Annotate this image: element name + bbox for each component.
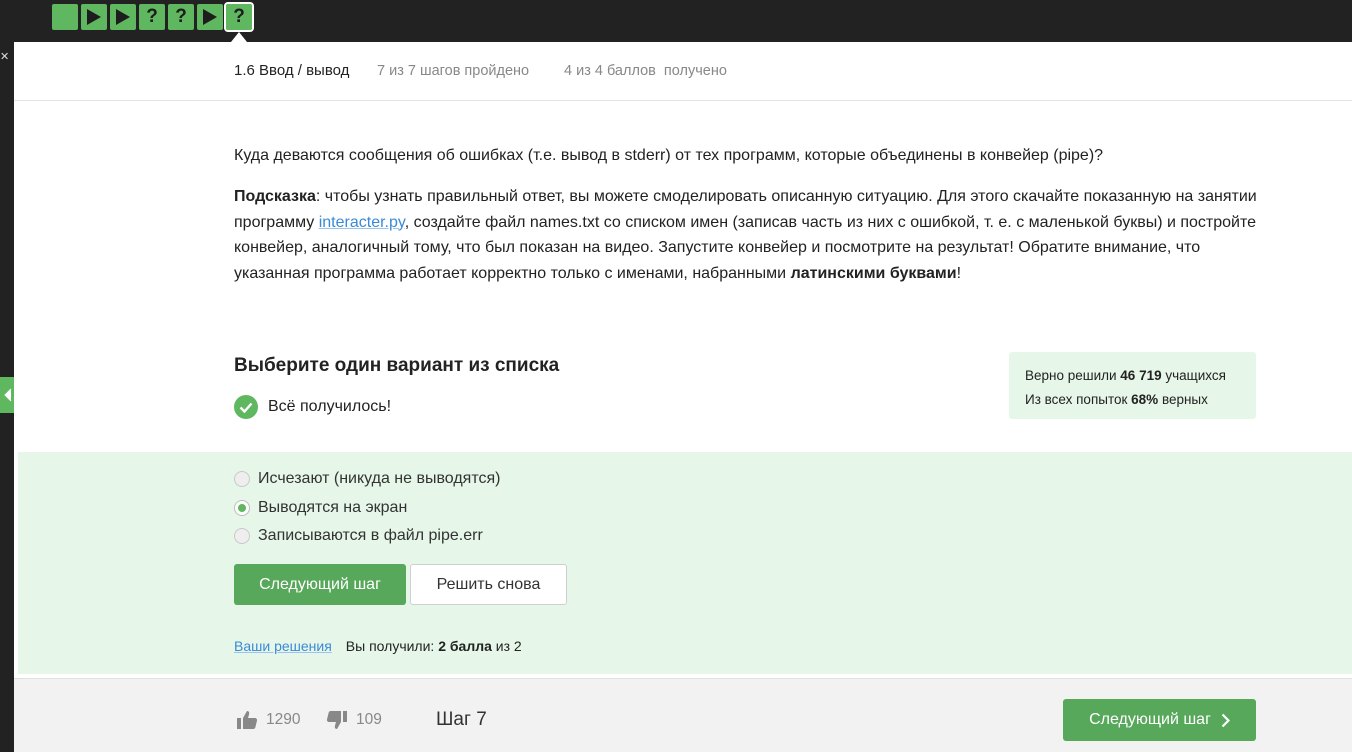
interacter-file-link[interactable]: interacter.py [319,214,405,231]
step-7-quiz-current[interactable]: ? [224,2,254,32]
close-icon[interactable]: ✕ [0,50,9,63]
chevron-right-icon [1221,713,1230,727]
footer-next-step-button[interactable]: Следующий шаг [1063,699,1256,741]
solve-stats-box: Верно решили 46 719 учащихся Из всех поп… [1009,352,1256,419]
question-icon: ? [233,6,245,27]
hint-text: Подсказка: чтобы узнать правильный ответ… [234,184,1264,286]
step-1-blank[interactable] [52,4,78,30]
sidebar-toggle-button[interactable] [0,377,14,413]
quiz-title: Выберите один вариант из списка [234,355,560,376]
success-text: Всё получилось! [268,398,392,415]
chevron-left-icon [3,388,11,402]
check-circle-icon [234,395,258,419]
question-icon: ? [175,6,187,27]
radio-button[interactable] [234,471,250,487]
hint-bold: латинскими буквами [790,264,957,282]
stats-accuracy-percent: 68% [1131,392,1159,407]
stats-solved-suffix: учащихся [1161,368,1226,383]
radio-button[interactable] [234,528,250,544]
play-icon [203,9,217,25]
dislike-button[interactable]: 109 [326,710,382,730]
stats-solved-count: 46 719 [1120,368,1162,383]
likes-count: 1290 [266,711,301,728]
radio-button-selected[interactable] [234,500,250,516]
option-label: Записываются в файл pipe.err [258,527,483,544]
like-button[interactable]: 1290 [236,710,300,730]
stats-solved: Верно решили 46 719 учащихся [1025,364,1240,388]
score-value: 2 балла [438,638,492,654]
score-max: из 2 [491,638,522,654]
hint-label: Подсказка [234,188,316,205]
stats-solved-label: Верно решили [1025,368,1121,383]
option-label: Выводятся на экран [258,499,408,516]
your-solutions-link[interactable]: Ваши решения [234,638,332,654]
current-step-caret [231,32,247,42]
step-number-label: Шаг 7 [436,709,487,730]
step-3-video[interactable] [110,4,136,30]
footer-next-label: Следующий шаг [1089,711,1211,728]
thumbs-up-icon [237,711,258,729]
play-icon [116,9,130,25]
next-step-button[interactable]: Следующий шаг [234,564,406,605]
solve-again-button[interactable]: Решить снова [410,564,567,605]
steps-progress: 7 из 7 шагов пройдено [377,63,530,79]
play-icon [87,9,101,25]
dislikes-count: 109 [356,711,382,728]
success-message: Всё получилось! [234,395,391,419]
step-2-video[interactable] [81,4,107,30]
answers-panel: Исчезают (никуда не выводятся) Выводятся… [18,452,1352,674]
option-3[interactable]: Записываются в файл pipe.err [234,527,483,545]
stats-accuracy-label: Из всех попыток [1025,392,1132,407]
score-label: Вы получили: [345,638,439,654]
step-list: ? ? ? [52,2,254,32]
option-1[interactable]: Исчезают (никуда не выводятся) [234,470,500,488]
points-progress: 4 из 4 баллов получено [564,63,727,79]
stats-accuracy: Из всех попыток 68% верных [1025,388,1240,412]
thumbs-down-icon [326,711,347,729]
lesson-header: 1.6 Ввод / вывод 7 из 7 шагов пройдено 4… [14,42,1352,101]
question-icon: ? [146,6,158,27]
solutions-row: Ваши решения Вы получили: 2 балла из 2 [234,638,522,654]
step-4-quiz[interactable]: ? [139,4,165,30]
radio-dot [238,504,246,512]
stats-accuracy-suffix: верных [1158,392,1208,407]
step-5-quiz[interactable]: ? [168,4,194,30]
score-text: Вы получили: 2 балла из 2 [346,638,522,654]
step-navigation-bar: ? ? ? [0,0,1352,42]
option-label: Исчезают (никуда не выводятся) [258,470,501,487]
step-6-video[interactable] [197,4,223,30]
lesson-title[interactable]: 1.6 Ввод / вывод [234,62,349,79]
hint-end: ! [956,264,962,282]
question-text: Куда деваются сообщения об ошибках (т.е.… [234,147,1104,164]
step-footer: 1290 109 Шаг 7 Следующий шаг [14,678,1352,752]
option-2[interactable]: Выводятся на экран [234,499,407,517]
